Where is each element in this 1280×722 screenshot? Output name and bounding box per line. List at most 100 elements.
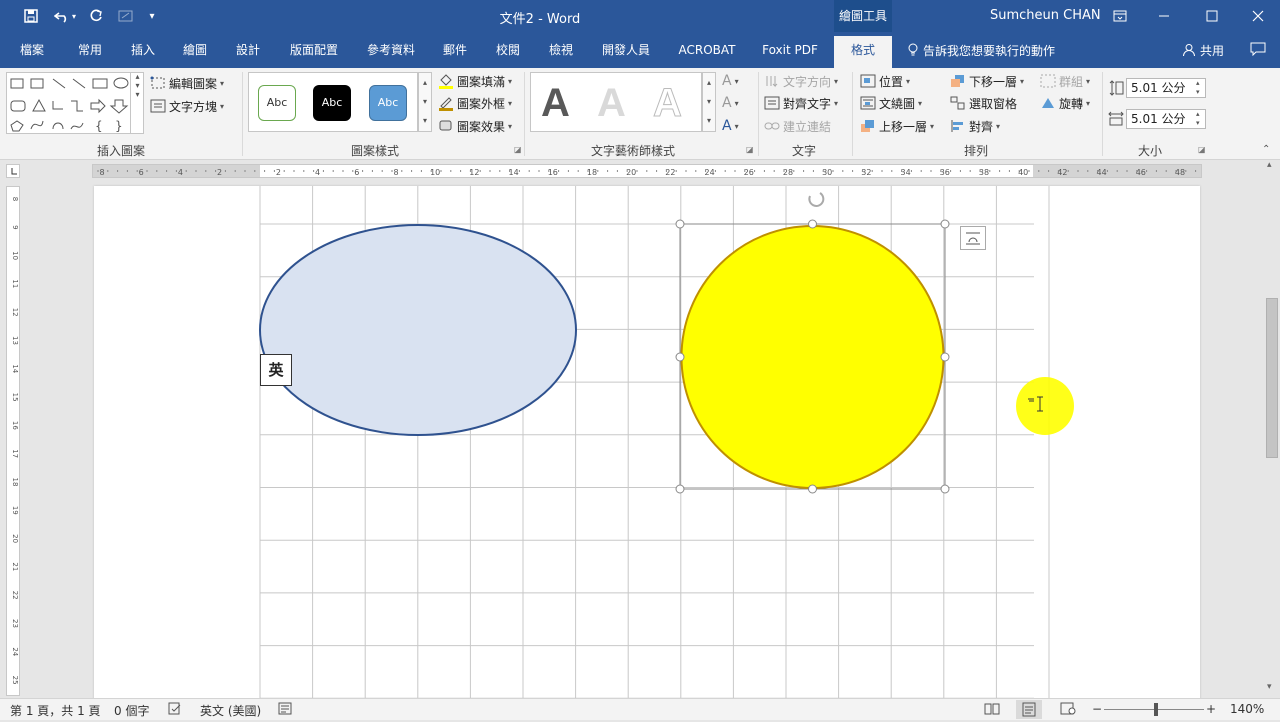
tell-me-box[interactable]: 告訴我您想要執行的動作 bbox=[907, 41, 1055, 59]
width-spinner[interactable]: ▴ ▾ bbox=[1196, 110, 1200, 128]
yellow-circle-shape[interactable] bbox=[664, 186, 974, 496]
save-icon[interactable] bbox=[18, 0, 44, 32]
comments-icon[interactable] bbox=[1250, 42, 1266, 59]
customize-qat-icon[interactable]: ▾ bbox=[144, 0, 160, 32]
align-text-button[interactable]: 對齊文字 ▾ bbox=[764, 94, 838, 112]
shape-style-scroll[interactable]: ▴ ▾ ▾ bbox=[418, 72, 432, 132]
align-button[interactable]: 對齊 ▾ bbox=[950, 117, 1000, 135]
tab-developer[interactable]: 開發人員 bbox=[600, 41, 652, 59]
create-link-button[interactable]: 建立連結 bbox=[764, 117, 831, 135]
text-effects-button[interactable]: A ▾ bbox=[722, 117, 739, 135]
tab-mailings[interactable]: 郵件 bbox=[441, 41, 469, 59]
undo-icon[interactable]: ▾ bbox=[50, 0, 80, 32]
ruler-tick-label: 25 bbox=[11, 676, 19, 685]
shape-outline-button[interactable]: 圖案外框 ▾ bbox=[438, 94, 512, 112]
shape-style-white[interactable]: Abc bbox=[258, 85, 296, 121]
tab-view[interactable]: 檢視 bbox=[547, 41, 575, 59]
zoom-in-icon[interactable]: + bbox=[1206, 702, 1216, 716]
web-layout-icon[interactable] bbox=[1060, 702, 1076, 718]
text-outline-button[interactable]: A ▾ bbox=[722, 94, 739, 112]
wordart-style-3[interactable]: A bbox=[653, 81, 683, 126]
tab-selector[interactable] bbox=[6, 164, 20, 178]
edit-shape-button[interactable]: 編輯圖案 ▾ bbox=[150, 74, 224, 92]
collapse-ribbon-icon[interactable]: ⌃ bbox=[1262, 144, 1270, 155]
ruler-tick-label: 13 bbox=[11, 336, 19, 345]
shape-style-black[interactable]: Abc bbox=[313, 85, 351, 121]
touch-mode-icon[interactable] bbox=[114, 0, 138, 32]
word-count[interactable]: 0 個字 bbox=[114, 702, 149, 719]
tab-review[interactable]: 校閱 bbox=[494, 41, 522, 59]
paint-bucket-icon bbox=[439, 74, 453, 89]
group-separator bbox=[852, 72, 853, 156]
horizontal-ruler[interactable]: 8 6 4 2 2 4 6 8 10 12 14 16 18 20 22 24 26 28 30 32 34 36 38 40… bbox=[92, 164, 1202, 178]
zoom-slider-thumb[interactable] bbox=[1154, 703, 1158, 716]
pen-outline-icon bbox=[439, 97, 453, 111]
height-spinner[interactable]: ▴ ▾ bbox=[1196, 79, 1200, 97]
scrollbar-thumb[interactable] bbox=[1266, 298, 1278, 458]
shape-fill-button[interactable]: 圖案填滿 ▾ bbox=[438, 72, 512, 90]
wrap-text-button[interactable]: 文繞圖 ▾ bbox=[860, 94, 922, 112]
group-objects-button[interactable]: 群組 ▾ bbox=[1040, 72, 1090, 90]
text-fill-button[interactable]: A ▾ bbox=[722, 72, 739, 90]
ruler-tick-label: 30 bbox=[822, 168, 832, 177]
redo-icon[interactable] bbox=[84, 0, 108, 32]
scroll-up-icon[interactable]: ▴ bbox=[1267, 160, 1272, 170]
maximize-icon[interactable] bbox=[1200, 0, 1224, 32]
tab-draw[interactable]: 繪圖 bbox=[181, 41, 209, 59]
wrap-text-icon bbox=[860, 96, 876, 110]
tab-format[interactable]: 格式 bbox=[848, 41, 878, 59]
wordart-gallery-scroll[interactable]: ▴ ▾ ▾ bbox=[702, 72, 716, 132]
shape-gallery-scroll[interactable]: ▴ ▾ ▾ bbox=[130, 72, 144, 134]
proofing-icon[interactable] bbox=[168, 702, 182, 718]
blue-ellipse-shape[interactable] bbox=[258, 222, 580, 438]
zoom-out-icon[interactable]: − bbox=[1092, 702, 1102, 716]
minimize-icon[interactable] bbox=[1152, 0, 1176, 32]
shape-width-input[interactable]: 5.01 公分 bbox=[1126, 109, 1206, 129]
ruler-tick-label: 34 bbox=[901, 168, 911, 177]
vertical-ruler[interactable]: 8 9 10 11 12 13 14 15 16 17 18 19 20 21 22 23 24 25 bbox=[6, 186, 20, 696]
text-direction-button[interactable]: 文字方向 ▾ bbox=[764, 72, 838, 90]
wordart-style-1[interactable]: A bbox=[541, 81, 570, 126]
tab-layout[interactable]: 版面配置 bbox=[288, 41, 340, 59]
shape-style-blue[interactable]: Abc bbox=[369, 85, 407, 121]
size-launcher-icon[interactable]: ◪ bbox=[1198, 145, 1206, 154]
layout-options-icon[interactable] bbox=[960, 226, 986, 250]
tab-design[interactable]: 設計 bbox=[234, 41, 262, 59]
tab-acrobat[interactable]: ACROBAT bbox=[676, 41, 738, 59]
share-button[interactable]: 共用 bbox=[1182, 41, 1224, 59]
position-button[interactable]: 位置 ▾ bbox=[860, 72, 910, 90]
shape-effects-button[interactable]: 圖案效果 ▾ bbox=[438, 117, 512, 135]
tab-insert[interactable]: 插入 bbox=[129, 41, 157, 59]
ribbon-display-options-icon[interactable] bbox=[1108, 0, 1132, 32]
ruler-tick-label: 17 bbox=[11, 449, 19, 458]
position-icon bbox=[860, 74, 876, 88]
wordart-style-2[interactable]: A bbox=[597, 81, 626, 126]
language-indicator[interactable]: 英文 (美國) bbox=[200, 702, 261, 719]
read-mode-icon[interactable] bbox=[984, 702, 1000, 718]
shape-styles-launcher-icon[interactable]: ◪ bbox=[514, 145, 522, 154]
print-layout-icon[interactable] bbox=[1016, 700, 1042, 719]
shape-gallery[interactable]: {} bbox=[6, 72, 144, 134]
scroll-down-icon[interactable]: ▾ bbox=[1267, 682, 1272, 692]
zoom-level[interactable]: 140% bbox=[1230, 702, 1264, 716]
document-page[interactable]: 英 bbox=[94, 186, 1200, 698]
ruler-tick-label: 4 bbox=[315, 168, 320, 177]
text-direction-icon bbox=[766, 76, 778, 88]
vertical-scrollbar[interactable]: ▴ ▾ bbox=[1264, 160, 1280, 698]
shape-height-input[interactable]: 5.01 公分 bbox=[1126, 78, 1206, 98]
bring-forward-button[interactable]: 上移一層 ▾ bbox=[860, 117, 934, 135]
close-icon[interactable] bbox=[1246, 0, 1270, 32]
tab-file[interactable]: 檔案 bbox=[18, 41, 46, 59]
tab-references[interactable]: 參考資料 bbox=[365, 41, 417, 59]
ime-indicator[interactable]: 英 bbox=[260, 354, 292, 386]
page-count[interactable]: 第 1 頁，共 1 頁 bbox=[10, 702, 101, 719]
macro-recording-icon[interactable] bbox=[278, 702, 292, 718]
rotate-button[interactable]: 旋轉 ▾ bbox=[1040, 94, 1090, 112]
send-backward-button[interactable]: 下移一層 ▾ bbox=[950, 72, 1024, 90]
selection-pane-button[interactable]: 選取窗格 bbox=[950, 94, 1017, 112]
user-name[interactable]: Sumcheun CHAN bbox=[990, 8, 1101, 23]
tab-foxit-pdf[interactable]: Foxit PDF bbox=[762, 41, 818, 59]
text-box-button[interactable]: 文字方塊 ▾ bbox=[150, 97, 224, 115]
tab-home[interactable]: 常用 bbox=[76, 41, 104, 59]
wordart-launcher-icon[interactable]: ◪ bbox=[746, 145, 754, 154]
